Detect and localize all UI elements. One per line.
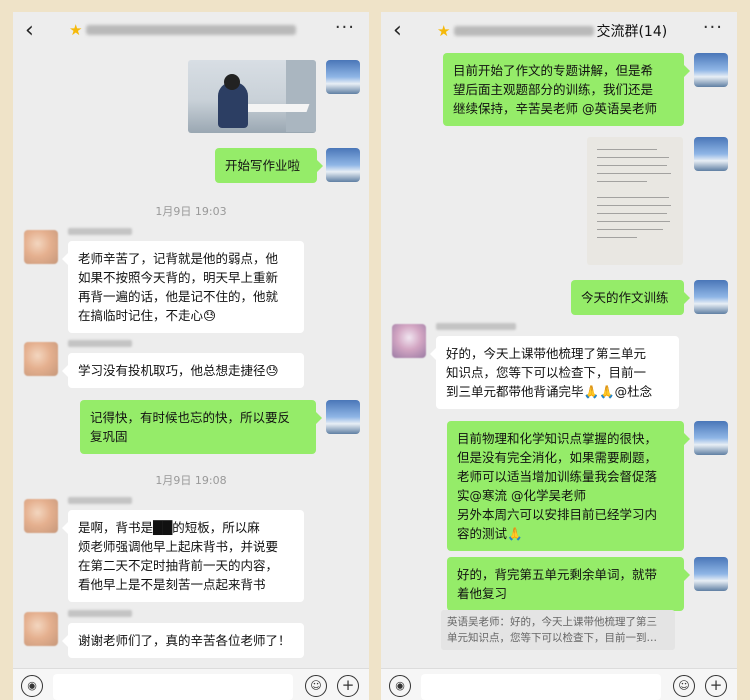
essay-line bbox=[597, 221, 670, 222]
timestamp: 1月9日 19:03 bbox=[155, 205, 227, 218]
emoji-icon[interactable]: ☺ bbox=[673, 675, 695, 697]
essay-line bbox=[597, 205, 671, 206]
avatar[interactable] bbox=[694, 280, 728, 314]
avatar[interactable] bbox=[24, 612, 58, 646]
avatar[interactable] bbox=[326, 400, 360, 434]
essay-line bbox=[597, 229, 663, 230]
message-bubble[interactable]: 目前物理和化学知识点掌握的很快， 但是没有完全消化，如果需要刷题， 老师可以适当… bbox=[447, 421, 690, 551]
chat-header: ‹ ★ 交流群(14) ··· bbox=[381, 12, 737, 48]
shared-photo-essay[interactable] bbox=[587, 137, 683, 265]
message-input[interactable] bbox=[421, 674, 661, 700]
star-icon: ★ bbox=[69, 21, 83, 39]
avatar[interactable] bbox=[694, 137, 728, 171]
blurred-title bbox=[86, 25, 297, 35]
message-bubble[interactable]: 目前开始了作文的专题讲解，但是希 望后面主观题部分的训练，我们还是 继续保持，辛… bbox=[443, 53, 690, 126]
message-bubble[interactable]: 好的，背完第五单元剩余单词，就带 着他复习 bbox=[447, 557, 690, 611]
chat-panel-right: ‹ ★ 交流群(14) ··· 目前开始了作文的专题讲解，但是希 望后面主观题部… bbox=[381, 12, 737, 700]
group-title-suffix: 交流群(14) bbox=[596, 24, 668, 40]
sender-name bbox=[436, 323, 516, 330]
essay-line bbox=[597, 213, 667, 214]
message-bubble[interactable]: 学习没有投机取巧，他总想走捷径😓 bbox=[62, 353, 304, 388]
message-bubble[interactable]: 是啊，背书是██的短板，所以麻 烦老师强调他早上起床背书，并说要 在第二天不定时… bbox=[62, 510, 304, 602]
chat-title: ★ bbox=[69, 21, 297, 39]
chat-title: ★ 交流群(14) bbox=[437, 21, 667, 41]
avatar[interactable] bbox=[326, 60, 360, 94]
message-bubble[interactable]: 老师辛苦了，记背就是他的弱点，他 如果不按照今天背的，明天早上重新 再背一遍的话… bbox=[62, 241, 304, 333]
photo-shelf bbox=[286, 60, 316, 132]
message-bubble[interactable]: 记得快，有时候也忘的快，所以要反 复巩固 bbox=[80, 400, 322, 454]
back-icon[interactable]: ‹ bbox=[393, 18, 402, 43]
essay-line bbox=[597, 237, 637, 238]
avatar[interactable] bbox=[694, 421, 728, 455]
message-bubble[interactable]: 好的，今天上课带他梳理了第三单元 知识点，您等下可以检查下，目前一 到三单元都带… bbox=[430, 336, 679, 409]
chat-header: ‹ ★ ··· bbox=[13, 12, 369, 48]
sender-name bbox=[68, 228, 132, 235]
avatar[interactable] bbox=[24, 499, 58, 533]
avatar[interactable] bbox=[24, 342, 58, 376]
more-icon[interactable]: ··· bbox=[703, 17, 723, 38]
avatar[interactable] bbox=[392, 324, 426, 358]
sender-name bbox=[68, 497, 132, 504]
message-input[interactable] bbox=[53, 674, 293, 700]
plus-icon[interactable]: + bbox=[705, 675, 727, 697]
voice-icon[interactable]: ◉ bbox=[21, 675, 43, 697]
essay-line bbox=[597, 197, 669, 198]
essay-line bbox=[597, 173, 671, 174]
avatar[interactable] bbox=[694, 53, 728, 87]
avatar[interactable] bbox=[694, 557, 728, 591]
sender-name bbox=[68, 610, 132, 617]
more-icon[interactable]: ··· bbox=[335, 17, 355, 38]
avatar[interactable] bbox=[24, 230, 58, 264]
blurred-title bbox=[454, 26, 595, 36]
sender-name bbox=[68, 340, 132, 347]
message-bubble[interactable]: 谢谢老师们了，真的辛苦各位老师了！ bbox=[62, 623, 304, 658]
plus-icon[interactable]: + bbox=[337, 675, 359, 697]
photo-head bbox=[224, 74, 240, 90]
avatar[interactable] bbox=[326, 148, 360, 182]
input-bar: ◉ ☺ + bbox=[381, 668, 737, 700]
message-bubble[interactable]: 今天的作文训练 bbox=[571, 280, 690, 315]
quoted-reply[interactable]: 英语吴老师：好的，今天上课带他梳理了第三 单元知识点，您等下可以检查下，目前一到… bbox=[441, 610, 675, 650]
emoji-icon[interactable]: ☺ bbox=[305, 675, 327, 697]
essay-line bbox=[597, 149, 657, 150]
essay-line bbox=[597, 157, 669, 158]
back-icon[interactable]: ‹ bbox=[25, 18, 34, 43]
timestamp: 1月9日 19:08 bbox=[155, 474, 227, 487]
message-bubble[interactable]: 开始写作业啦 bbox=[215, 148, 323, 183]
essay-line bbox=[597, 165, 667, 166]
chat-panel-left: ‹ ★ ··· 开始写作业啦 1月9日 19:03 老师辛苦了，记背就是他的弱点… bbox=[13, 12, 369, 700]
essay-line bbox=[597, 181, 647, 182]
shared-photo-studying[interactable] bbox=[188, 60, 316, 133]
voice-icon[interactable]: ◉ bbox=[389, 675, 411, 697]
input-bar: ◉ ☺ + bbox=[13, 668, 369, 700]
star-icon: ★ bbox=[437, 22, 451, 40]
